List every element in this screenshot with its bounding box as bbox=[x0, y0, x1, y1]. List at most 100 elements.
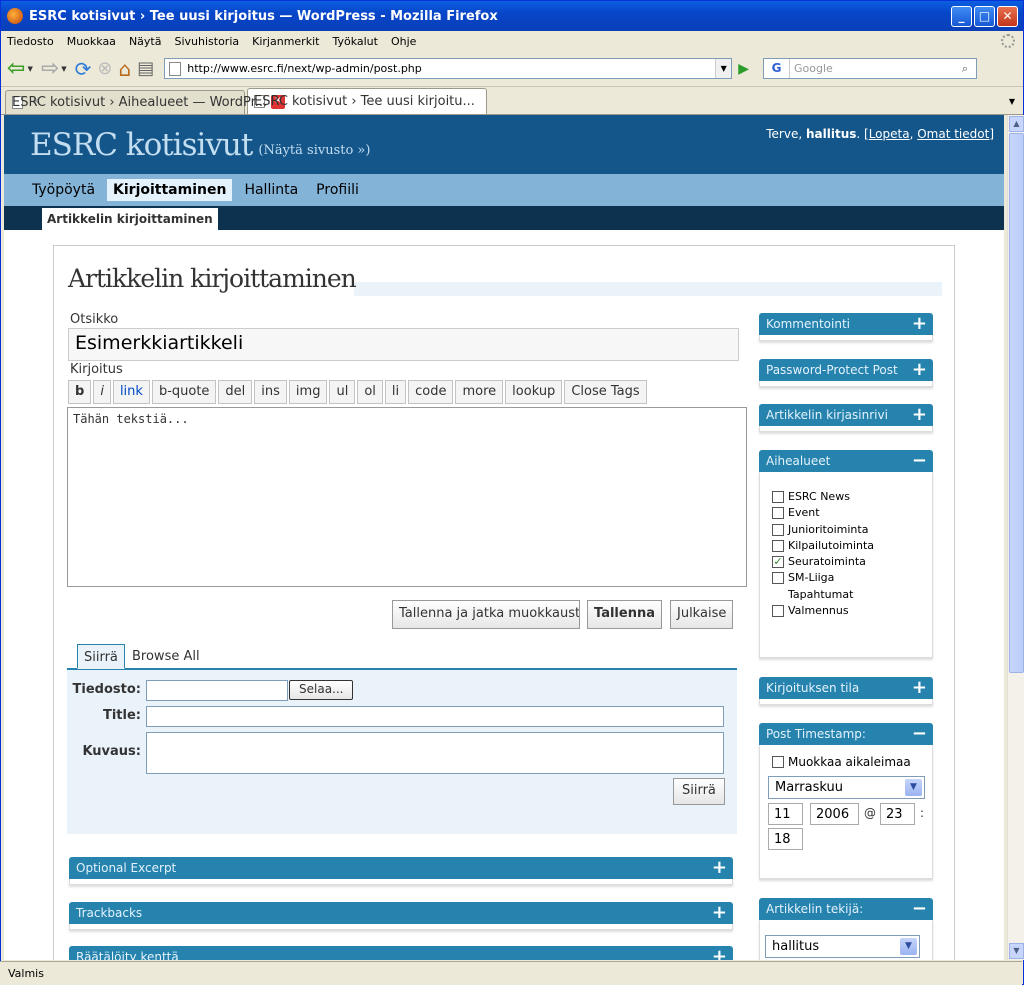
quicktag-del[interactable]: del bbox=[218, 380, 253, 404]
stop-icon[interactable]: ⊗ bbox=[97, 56, 112, 82]
submenu-write-post[interactable]: Artikkelin kirjoittaminen bbox=[42, 208, 218, 230]
forward-icon[interactable]: ⇨ bbox=[41, 56, 59, 82]
save-continue-button[interactable]: Tallenna ja jatka muokkausta bbox=[392, 600, 580, 629]
tab-browse-all[interactable]: Browse All bbox=[126, 644, 206, 669]
chevron-down-icon[interactable]: ▼ bbox=[900, 938, 917, 955]
quicktag-italic[interactable]: i bbox=[93, 380, 111, 404]
scroll-up-icon[interactable]: ▲ bbox=[1009, 116, 1024, 132]
edit-timestamp-item[interactable]: Muokkaa aikaleimaa bbox=[772, 755, 911, 769]
collapse-icon[interactable]: − bbox=[912, 450, 927, 471]
quicktag-close-tags[interactable]: Close Tags bbox=[564, 380, 647, 404]
content-textarea[interactable]: Tähän tekstiä... bbox=[67, 407, 747, 587]
menu-tools[interactable]: Työkalut bbox=[332, 35, 378, 48]
search-engine-icon[interactable]: G bbox=[764, 59, 791, 78]
category-checkbox[interactable] bbox=[772, 539, 784, 552]
back-dropdown-icon[interactable]: ▼ bbox=[27, 65, 32, 73]
quicktag-img[interactable]: img bbox=[288, 380, 328, 404]
back-icon[interactable]: ⇦ bbox=[7, 56, 25, 82]
expand-icon[interactable]: + bbox=[912, 677, 927, 698]
home-icon[interactable]: ⌂ bbox=[119, 56, 132, 82]
address-bar[interactable]: http://www.esrc.fi/next/wp-admin/post.ph… bbox=[164, 58, 733, 79]
expand-icon[interactable]: + bbox=[912, 359, 927, 380]
quicktag-ul[interactable]: ul bbox=[329, 380, 356, 404]
menu-file[interactable]: Tiedosto bbox=[7, 35, 54, 48]
menu-manage[interactable]: Hallinta bbox=[238, 179, 304, 201]
day-input[interactable]: 11 bbox=[768, 803, 803, 825]
timestamp-box[interactable]: Post Timestamp: − bbox=[759, 723, 933, 745]
category-item[interactable]: ESRC News bbox=[772, 490, 850, 503]
category-checkbox[interactable] bbox=[772, 604, 784, 617]
menu-write[interactable]: Kirjoittaminen bbox=[107, 179, 233, 201]
go-icon[interactable]: ▶ bbox=[738, 61, 749, 77]
reload-icon[interactable]: ⟳ bbox=[75, 56, 92, 82]
description-input[interactable] bbox=[146, 732, 724, 774]
category-item[interactable]: SM-Liiga bbox=[772, 571, 834, 584]
password-box[interactable]: Password-Protect Post + bbox=[759, 359, 933, 381]
category-checkbox-checked[interactable]: ✓ bbox=[772, 555, 784, 568]
expand-icon[interactable]: + bbox=[712, 857, 727, 878]
year-input[interactable]: 2006 bbox=[810, 803, 859, 825]
tab-list-icon[interactable]: ▼ bbox=[1009, 97, 1015, 106]
logout-link[interactable]: Lopeta bbox=[869, 127, 910, 141]
view-site-link[interactable]: (Näytä sivusto ») bbox=[258, 143, 370, 158]
menu-profile[interactable]: Profiili bbox=[310, 179, 365, 201]
optional-excerpt-box[interactable]: Optional Excerpt + bbox=[69, 857, 733, 879]
profile-link[interactable]: Omat tiedot bbox=[917, 127, 989, 141]
search-icon[interactable]: ⌕ bbox=[954, 62, 976, 76]
quicktag-lookup[interactable]: lookup bbox=[505, 380, 563, 404]
menu-bookmarks[interactable]: Kirjanmerkit bbox=[252, 35, 319, 48]
quicktag-more[interactable]: more bbox=[455, 380, 504, 404]
menu-help[interactable]: Ohje bbox=[391, 35, 416, 48]
quicktag-link[interactable]: link bbox=[112, 380, 150, 404]
maximize-button[interactable]: □ bbox=[974, 5, 995, 27]
chevron-down-icon[interactable]: ▼ bbox=[905, 779, 922, 796]
category-checkbox[interactable] bbox=[772, 523, 784, 536]
quicktag-code[interactable]: code bbox=[408, 380, 454, 404]
quicktag-bold[interactable]: b bbox=[68, 380, 92, 404]
expand-icon[interactable]: + bbox=[712, 946, 727, 960]
category-item[interactable]: Valmennus bbox=[772, 604, 849, 617]
collapse-icon[interactable]: − bbox=[912, 723, 927, 744]
post-status-box[interactable]: Kirjoituksen tila + bbox=[759, 677, 933, 699]
menu-edit[interactable]: Muokkaa bbox=[67, 35, 116, 48]
menu-view[interactable]: Näytä bbox=[129, 35, 162, 48]
slug-box[interactable]: Artikkelin kirjasinrivi + bbox=[759, 404, 933, 426]
trackbacks-box[interactable]: Trackbacks + bbox=[69, 902, 733, 924]
category-checkbox[interactable] bbox=[772, 490, 784, 503]
collapse-icon[interactable]: − bbox=[912, 898, 927, 919]
close-button[interactable]: ✕ bbox=[997, 5, 1018, 27]
category-item[interactable]: Junioritoiminta bbox=[772, 523, 868, 536]
category-item[interactable]: Event bbox=[772, 506, 820, 519]
expand-icon[interactable]: + bbox=[912, 313, 927, 334]
category-item[interactable]: ✓ Seuratoiminta bbox=[772, 555, 866, 568]
category-item[interactable]: Kilpailutoiminta bbox=[772, 539, 874, 552]
custom-fields-box[interactable]: Räätälöity kenttä + bbox=[69, 946, 733, 960]
forward-dropdown-icon[interactable]: ▼ bbox=[61, 65, 66, 73]
quicktag-ins[interactable]: ins bbox=[254, 380, 287, 404]
author-box[interactable]: Artikkelin tekijä: − bbox=[759, 898, 933, 920]
scroll-down-icon[interactable]: ▼ bbox=[1009, 943, 1024, 959]
month-select[interactable]: Marraskuu ▼ bbox=[768, 776, 925, 799]
comments-box[interactable]: Kommentointi + bbox=[759, 313, 933, 335]
expand-icon[interactable]: + bbox=[912, 404, 927, 425]
url-dropdown-icon[interactable]: ▼ bbox=[715, 59, 732, 78]
quicktag-li[interactable]: li bbox=[384, 380, 407, 404]
category-item[interactable]: Tapahtumat bbox=[772, 588, 853, 601]
title-input[interactable]: Esimerkkiartikkeli bbox=[68, 328, 739, 361]
vertical-scrollbar[interactable]: ▲ ▼ bbox=[1007, 115, 1024, 960]
scroll-thumb[interactable] bbox=[1009, 133, 1024, 673]
hour-input[interactable]: 23 bbox=[880, 803, 915, 825]
author-select[interactable]: hallitus ▼ bbox=[765, 935, 920, 958]
menu-dashboard[interactable]: Työpöytä bbox=[26, 179, 101, 201]
search-box[interactable]: G Google ⌕ bbox=[763, 58, 978, 79]
save-button[interactable]: Tallenna bbox=[587, 600, 662, 629]
category-checkbox[interactable] bbox=[772, 506, 784, 519]
tab-categories[interactable]: ESRC kotisivut › Aihealueet — WordPr... … bbox=[5, 90, 267, 114]
tab-upload[interactable]: Siirrä bbox=[77, 644, 125, 669]
minute-input[interactable]: 18 bbox=[768, 828, 803, 850]
minimize-button[interactable]: _ bbox=[951, 5, 972, 27]
tab-new-post[interactable]: ESRC kotisivut › Tee uusi kirjoitu... ✕ bbox=[247, 88, 487, 114]
category-checkbox[interactable] bbox=[772, 588, 784, 601]
upload-title-input[interactable] bbox=[146, 706, 724, 727]
print-icon[interactable]: ▤ bbox=[137, 56, 154, 82]
